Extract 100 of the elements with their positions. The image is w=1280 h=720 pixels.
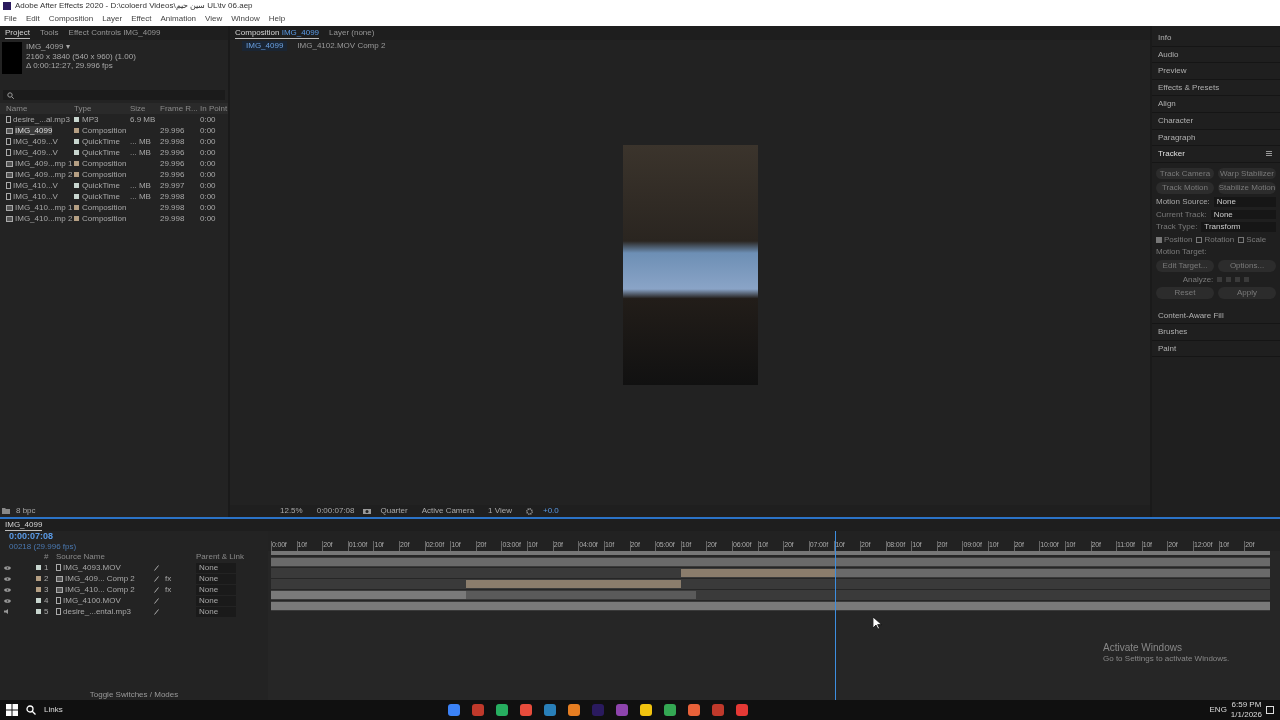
item-name[interactable]: desire_...al.mp3	[13, 114, 70, 125]
parent-dropdown[interactable]: None	[196, 607, 236, 617]
parent-dropdown[interactable]: None	[196, 585, 236, 595]
eye-icon[interactable]	[4, 598, 11, 603]
menu-item[interactable]: Window	[231, 14, 260, 24]
item-name[interactable]: IMG_409...mp 1	[15, 158, 73, 169]
panel-tab[interactable]: Project	[5, 26, 30, 40]
panel-header[interactable]: Effects & Presets	[1158, 82, 1220, 93]
column-header[interactable]: Source Name	[56, 552, 146, 562]
search-icon[interactable]	[26, 705, 36, 715]
app-tile-icon[interactable]	[472, 704, 484, 716]
item-name[interactable]: IMG_409...V	[13, 147, 58, 158]
notification-icon[interactable]	[1266, 706, 1274, 714]
layer-name[interactable]: IMG_4100.MOV	[63, 596, 121, 606]
timecode[interactable]: 0:00:07:08	[316, 506, 355, 516]
menu-item[interactable]: Composition	[48, 14, 94, 24]
panel-header[interactable]: Brushes	[1158, 327, 1188, 337]
panel-header[interactable]: Align	[1158, 99, 1176, 109]
parent-dropdown[interactable]: None	[196, 574, 236, 584]
panel-header[interactable]: Content-Aware Fill	[1158, 310, 1224, 321]
camera-icon[interactable]	[362, 508, 371, 514]
column-header[interactable]: Frame R...	[160, 103, 200, 114]
column-header[interactable]: Size	[130, 103, 160, 114]
eye-icon[interactable]	[4, 565, 11, 570]
viewer-tab[interactable]: Layer (none)	[329, 26, 375, 40]
panel-tab[interactable]: Effect Controls IMG_4099	[68, 26, 161, 40]
app-tile-icon[interactable]	[448, 704, 460, 716]
eye-icon[interactable]	[4, 576, 11, 581]
current-time[interactable]: 0:00:07:08	[0, 531, 268, 542]
viewer-tab[interactable]: Composition IMG_4099	[235, 26, 320, 40]
item-name[interactable]: IMG_4099	[15, 125, 53, 136]
dropdown[interactable]: None	[1213, 196, 1276, 207]
item-name[interactable]: IMG_410...mp 2	[15, 213, 73, 224]
menu-item[interactable]: Animation	[160, 14, 197, 24]
panel-header[interactable]: Audio	[1158, 49, 1179, 60]
clock-time[interactable]: 6:59 PM	[1230, 700, 1262, 710]
app-tile-icon[interactable]	[592, 704, 604, 716]
layer-name[interactable]: IMG_4093.MOV	[63, 563, 121, 573]
resolution-dropdown[interactable]: Quarter	[380, 506, 414, 516]
layer-name[interactable]: IMG_410... Comp 2	[65, 585, 135, 595]
app-tile-icon[interactable]	[616, 704, 628, 716]
menu-item[interactable]: File	[4, 14, 17, 24]
app-tile-icon[interactable]	[568, 704, 580, 716]
panel-tab[interactable]: Tools	[39, 26, 59, 40]
app-tile-icon[interactable]	[520, 704, 532, 716]
app-tile-icon[interactable]	[640, 704, 652, 716]
column-header[interactable]: Parent & Link	[196, 552, 264, 562]
menu-item[interactable]: Edit	[25, 14, 40, 24]
parent-dropdown[interactable]: None	[196, 563, 236, 573]
app-tile-icon[interactable]	[496, 704, 508, 716]
panel-header[interactable]: Preview	[1158, 66, 1187, 76]
breadcrumb[interactable]: IMG_4102.MOV Comp 2	[297, 41, 386, 51]
toggle-modes-button[interactable]: Toggle Switches / Modes	[0, 690, 268, 700]
language-indicator[interactable]: ENG	[1209, 705, 1227, 715]
zoom-dropdown[interactable]: 12.5%	[280, 506, 309, 516]
column-header[interactable]: #	[44, 552, 56, 562]
item-name[interactable]: IMG_410...V	[13, 191, 58, 202]
search-label[interactable]: Links	[44, 705, 63, 715]
app-tile-icon[interactable]	[736, 704, 748, 716]
panel-header[interactable]: Paragraph	[1158, 132, 1196, 143]
menu-item[interactable]: Effect	[131, 14, 152, 24]
column-header[interactable]: Name	[6, 103, 74, 114]
column-header[interactable]: In Point	[200, 103, 230, 114]
app-tile-icon[interactable]	[688, 704, 700, 716]
menu-item[interactable]: Layer	[102, 14, 123, 24]
menu-icon[interactable]	[1266, 151, 1272, 157]
item-name[interactable]: IMG_409...V	[13, 136, 58, 147]
parent-dropdown[interactable]: None	[196, 596, 236, 606]
app-tile-icon[interactable]	[544, 704, 556, 716]
fps-cell-text: 29.996	[160, 169, 186, 180]
search-field[interactable]	[3, 90, 225, 100]
camera-dropdown[interactable]: Active Camera	[421, 506, 481, 516]
menu-item[interactable]: View	[205, 14, 223, 24]
exposure-value[interactable]: +0.0	[542, 506, 559, 516]
layer-name[interactable]: IMG_409... Comp 2	[65, 574, 135, 584]
panel-header[interactable]: Paint	[1158, 343, 1177, 354]
settings-icon[interactable]	[525, 507, 533, 515]
effects-label[interactable]: fx	[165, 574, 172, 584]
eye-icon[interactable]	[4, 587, 11, 592]
app-tile-icon[interactable]	[712, 704, 724, 716]
view-dropdown[interactable]: 1 View	[488, 506, 518, 516]
panel-header[interactable]: Tracker	[1158, 149, 1185, 159]
column-header[interactable]: Type	[74, 103, 130, 114]
effects-label[interactable]: fx	[165, 585, 172, 595]
app-tile-icon[interactable]	[664, 704, 676, 716]
panel-header[interactable]: Info	[1158, 33, 1172, 43]
windows-logo-icon[interactable]	[6, 704, 18, 716]
menu-item[interactable]: Help	[268, 14, 286, 24]
folder-icon[interactable]	[2, 508, 10, 514]
panel-header[interactable]: Character	[1158, 115, 1194, 126]
item-name[interactable]: IMG_410...mp 1	[15, 202, 73, 213]
timeline-tab[interactable]: IMG_4099	[5, 518, 43, 532]
file-icon	[56, 564, 61, 572]
bpc-label[interactable]: 8 bpc	[16, 506, 36, 516]
item-name[interactable]: IMG_409...mp 2	[15, 169, 73, 180]
clock-date[interactable]: 1/1/2026	[1230, 710, 1262, 720]
breadcrumb[interactable]: IMG_4099	[242, 41, 288, 51]
layer-name[interactable]: desire_...ental.mp3	[63, 607, 132, 617]
speaker-icon[interactable]	[4, 609, 10, 615]
item-name[interactable]: IMG_410...V	[13, 180, 58, 191]
